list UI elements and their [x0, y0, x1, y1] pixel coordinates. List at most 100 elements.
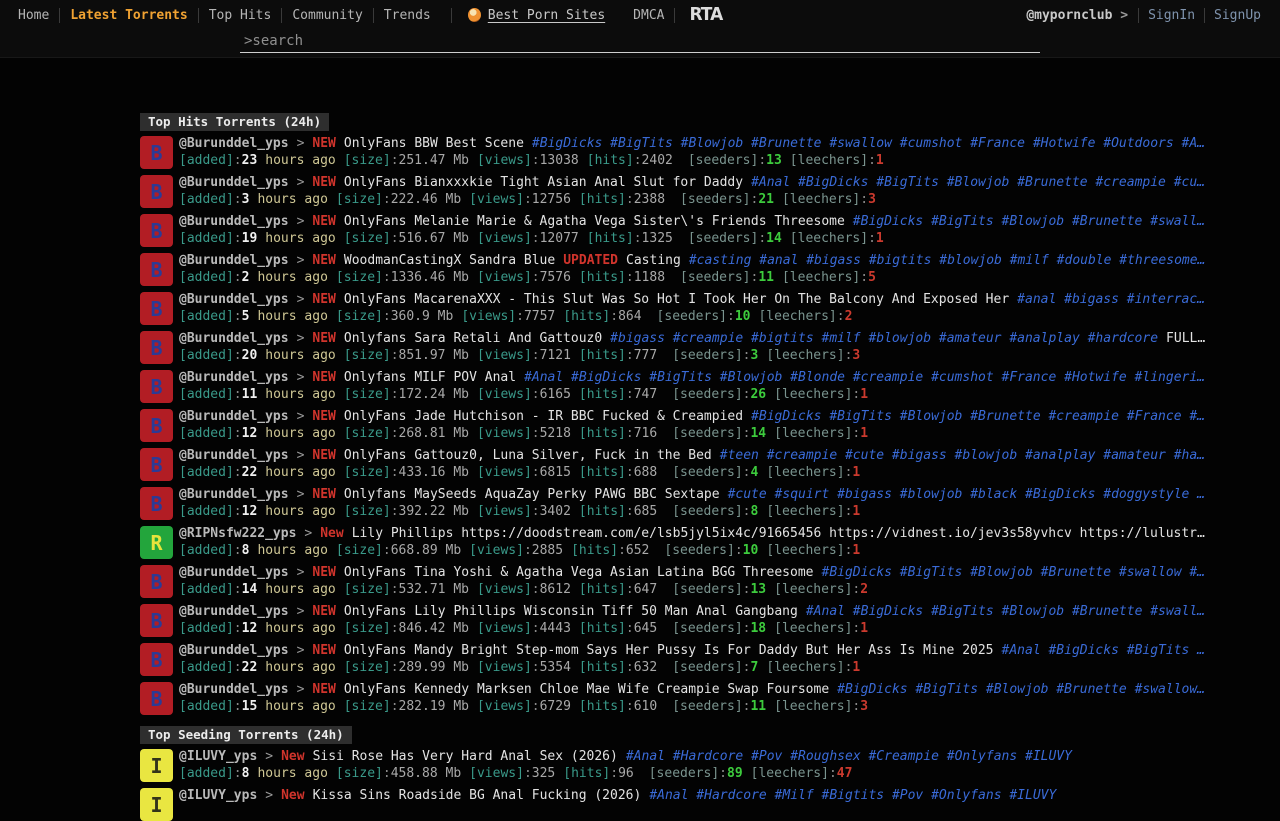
torrent-tags[interactable]: #BigDicks #BigTits #Blowjob #Brunette #s…: [853, 214, 1205, 229]
uploader-name[interactable]: @Burunddel_yps: [179, 682, 289, 697]
torrent-tags[interactable]: #anal #bigass #interrac…: [1017, 292, 1205, 307]
torrent-title[interactable]: OnlyFans Melanie Marie & Agatha Vega Sis…: [344, 214, 845, 229]
nav-item-top-hits[interactable]: Top Hits: [199, 8, 282, 23]
torrent-tags[interactable]: #Anal #Hardcore #Milf #Bigtits #Pov #Onl…: [649, 788, 1056, 803]
uploader-avatar[interactable]: B: [140, 331, 173, 364]
torrent-row: B@Burunddel_yps>NEWOnlyFans Mandy Bright…: [140, 643, 1280, 676]
uploader-name[interactable]: @RIPNsfw222_yps: [179, 526, 296, 541]
uploader-name[interactable]: @Burunddel_yps: [179, 370, 289, 385]
uploader-name[interactable]: @Burunddel_yps: [179, 643, 289, 658]
uploader-avatar[interactable]: I: [140, 749, 173, 782]
hits-label: [hits]: [579, 504, 626, 519]
nav-item-trends[interactable]: Trends: [374, 8, 441, 23]
torrent-tags[interactable]: #Anal #BigDicks #BigTits …: [1002, 643, 1206, 658]
new-flag: NEW: [312, 565, 335, 580]
torrent-tags[interactable]: #casting #anal #bigass #bigtits #blowjob…: [689, 253, 1206, 268]
torrent-tags[interactable]: #Anal #BigDicks #BigTits #Blowjob #Blond…: [524, 370, 1205, 385]
colon: :: [532, 426, 540, 441]
uploader-avatar[interactable]: B: [140, 487, 173, 520]
torrent-title[interactable]: OnlyFans BBW Best Scene: [344, 136, 524, 151]
hits-value: 96: [618, 766, 634, 781]
uploader-avatar[interactable]: B: [140, 253, 173, 286]
best-porn-sites-link[interactable]: Best Porn Sites: [468, 8, 605, 23]
signin-link[interactable]: SignIn: [1139, 8, 1204, 23]
uploader-avatar[interactable]: B: [140, 682, 173, 715]
torrent-title[interactable]: WoodmanCastingX Sandra Blue: [344, 253, 555, 268]
uploader-avatar[interactable]: B: [140, 643, 173, 676]
rta-logo[interactable]: RTA: [689, 5, 722, 26]
torrent-title[interactable]: Kissa Sins Roadside BG Anal Fucking (202…: [313, 788, 642, 803]
size-value: 532.71 Mb: [399, 582, 469, 597]
torrent-title[interactable]: OnlyFans Gattouz0, Luna Silver, Fuck in …: [344, 448, 712, 463]
nav-item-home[interactable]: Home: [8, 8, 59, 23]
uploader-avatar[interactable]: B: [140, 409, 173, 442]
section-header: Top Hits Torrents (24h): [140, 113, 329, 131]
torrent-tags[interactable]: #Anal #Hardcore #Pov #Roughsex #Creampie…: [626, 749, 1072, 764]
rta-logo-wrap: RTA: [689, 5, 722, 25]
uploader-avatar[interactable]: I: [140, 788, 173, 821]
search-input[interactable]: [240, 31, 1040, 52]
uploader-name[interactable]: @Burunddel_yps: [179, 136, 289, 151]
torrent-tags[interactable]: #teen #creampie #cute #bigass #blowjob #…: [720, 448, 1205, 463]
uploader-avatar[interactable]: B: [140, 565, 173, 598]
leechers-label: [leechers]: [774, 387, 852, 402]
uploader-avatar[interactable]: B: [140, 136, 173, 169]
torrent-tags[interactable]: #BigDicks #BigTits #Blowjob #Brunette #s…: [532, 136, 1205, 151]
uploader-avatar[interactable]: B: [140, 370, 173, 403]
torrent-title[interactable]: Lily Phillips https://doodstream.com/e/l…: [352, 526, 1205, 541]
uploader-name[interactable]: @Burunddel_yps: [179, 487, 289, 502]
torrent-title[interactable]: OnlyFans Lily Phillips Wisconsin Tiff 50…: [344, 604, 798, 619]
views-value: 325: [532, 766, 555, 781]
added-label: [added]: [179, 348, 234, 363]
torrent-tags[interactable]: #BigDicks #BigTits #Blowjob #Brunette #s…: [837, 682, 1205, 697]
torrent-tags[interactable]: #Anal #BigDicks #BigTits #Blowjob #Brune…: [751, 175, 1205, 190]
torrent-title[interactable]: OnlyFans Mandy Bright Step-mom Says Her …: [344, 643, 994, 658]
torrent-tags[interactable]: #BigDicks #BigTits #Blowjob #Brunette #s…: [822, 565, 1206, 580]
hits-value: 645: [634, 621, 657, 636]
uploader-name[interactable]: @Burunddel_yps: [179, 214, 289, 229]
uploader-avatar[interactable]: B: [140, 214, 173, 247]
uploader-avatar[interactable]: R: [140, 526, 173, 559]
uploader-name[interactable]: @Burunddel_yps: [179, 604, 289, 619]
torrent-title[interactable]: Onlyfans MaySeeds AquaZay Perky PAWG BBC…: [344, 487, 720, 502]
uploader-avatar[interactable]: B: [140, 175, 173, 208]
dmca-link[interactable]: DMCA: [633, 8, 664, 23]
torrent-title[interactable]: Sisi Rose Has Very Hard Anal Sex (2026): [313, 749, 618, 764]
views-value: 2885: [532, 543, 563, 558]
uploader-name[interactable]: @Burunddel_yps: [179, 565, 289, 580]
torrent-tags[interactable]: #cute #squirt #bigass #blowjob #black #B…: [728, 487, 1205, 502]
uploader-name[interactable]: @ILUVY_yps: [179, 788, 257, 803]
torrent-tags[interactable]: #BigDicks #BigTits #Blowjob #Brunette #c…: [751, 409, 1205, 424]
uploader-name[interactable]: @Burunddel_yps: [179, 175, 289, 190]
torrent-title[interactable]: Onlyfans MILF POV Anal: [344, 370, 516, 385]
uploader-name[interactable]: @ILUVY_yps: [179, 749, 257, 764]
uploader-name[interactable]: @Burunddel_yps: [179, 448, 289, 463]
hits-label: [hits]: [579, 621, 626, 636]
uploader-name[interactable]: @Burunddel_yps: [179, 409, 289, 424]
torrent-title[interactable]: OnlyFans MacarenaXXX - This Slut Was So …: [344, 292, 1009, 307]
uploader-name[interactable]: @Burunddel_yps: [179, 253, 289, 268]
torrent-title[interactable]: OnlyFans Kennedy Marksen Chloe Mae Wife …: [344, 682, 829, 697]
nav-items: HomeLatest TorrentsTop HitsCommunityTren…: [8, 0, 441, 30]
signup-link[interactable]: SignUp: [1205, 8, 1270, 23]
torrent-tags[interactable]: #Anal #BigDicks #BigTits #Blowjob #Brune…: [806, 604, 1205, 619]
torrent-title[interactable]: OnlyFans Bianxxxkie Tight Asian Anal Slu…: [344, 175, 743, 190]
seeders-label: [seeders]: [672, 504, 742, 519]
nav-item-community[interactable]: Community: [282, 8, 372, 23]
account-menu[interactable]: @mypornclub >: [1016, 8, 1138, 23]
uploader-name[interactable]: @Burunddel_yps: [179, 292, 289, 307]
torrent-title[interactable]: Casting: [626, 253, 681, 268]
torrent-title[interactable]: Onlyfans Sara Retali And Gattouz0: [344, 331, 602, 346]
torrent-title[interactable]: OnlyFans Jade Hutchison - IR BBC Fucked …: [344, 409, 743, 424]
size-label: [size]: [344, 621, 391, 636]
uploader-name[interactable]: @Burunddel_yps: [179, 331, 289, 346]
uploader-avatar[interactable]: B: [140, 604, 173, 637]
torrent-title[interactable]: OnlyFans Tina Yoshi & Agatha Vega Asian …: [344, 565, 814, 580]
torrent-tags[interactable]: #bigass #creampie #bigtits #milf #blowjo…: [610, 331, 1158, 346]
nav-item-latest-torrents[interactable]: Latest Torrents: [60, 8, 197, 23]
colon: :: [524, 543, 532, 558]
colon: :: [626, 426, 634, 441]
uploader-avatar[interactable]: B: [140, 292, 173, 325]
uploader-avatar[interactable]: B: [140, 448, 173, 481]
views-label: [views]: [477, 387, 532, 402]
